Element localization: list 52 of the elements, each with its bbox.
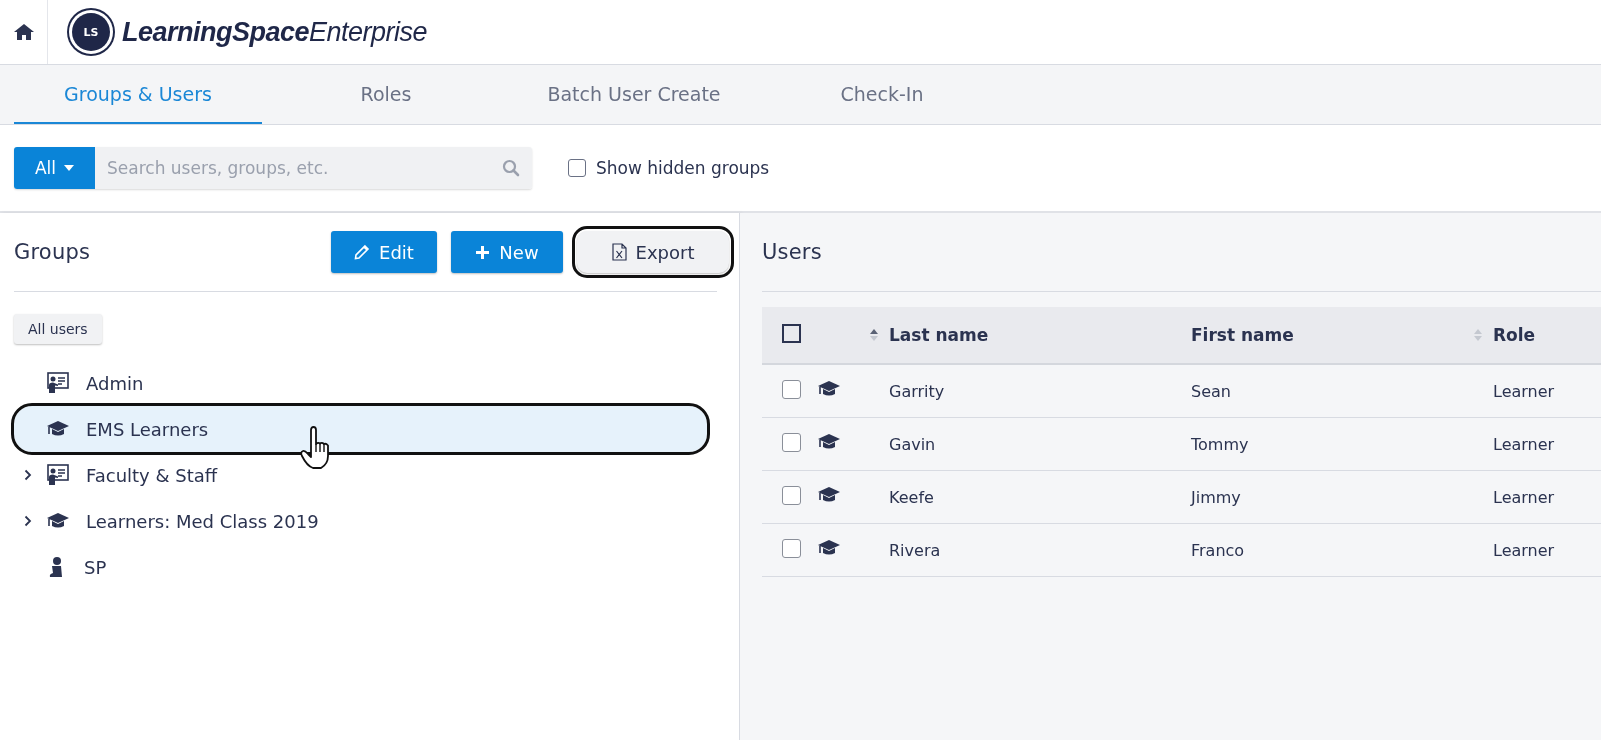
table-cell: Learner — [1493, 434, 1555, 454]
group-item[interactable]: Learners: Med Class 2019 — [14, 498, 717, 544]
logo-suffix: Enterprise — [309, 16, 428, 48]
edit-button[interactable]: Edit — [331, 231, 437, 273]
group-item[interactable]: EMS Learners — [14, 406, 707, 452]
column-header[interactable]: First name — [1191, 325, 1294, 345]
table-cell: Sean — [1191, 381, 1231, 401]
sort-icon — [1473, 327, 1483, 342]
all-users-button[interactable]: All users — [14, 314, 102, 344]
table-cell: Jimmy — [1191, 487, 1241, 507]
tab[interactable]: Roles — [262, 65, 510, 124]
table-cell: Franco — [1191, 540, 1245, 560]
column-header[interactable]: Role — [1473, 324, 1536, 345]
spreadsheet-file-icon — [611, 243, 627, 261]
row-checkbox[interactable] — [782, 538, 801, 558]
table-cell: Learner — [1493, 381, 1555, 401]
table-cell: Learner — [1493, 540, 1555, 560]
tab[interactable]: Batch User Create — [510, 65, 758, 124]
chevron-icon[interactable] — [24, 469, 32, 481]
search-icon — [502, 159, 520, 177]
pencil-icon — [354, 244, 371, 260]
table-cell: Learner — [1493, 487, 1555, 507]
new-button[interactable]: New — [451, 231, 563, 273]
table-cell: Garrity — [889, 381, 945, 401]
logo-name: LearningSpace — [122, 16, 310, 48]
row-checkbox[interactable] — [782, 379, 801, 399]
table-cell: Keefe — [889, 487, 934, 507]
scope-dropdown[interactable]: All — [14, 147, 95, 189]
chevron-icon[interactable] — [24, 515, 32, 527]
caret-icon — [64, 165, 75, 171]
table-cell: Tommy — [1191, 434, 1249, 454]
row-checkbox[interactable] — [782, 485, 801, 505]
checkbox[interactable] — [568, 159, 586, 177]
search-field[interactable]: Search users, groups, etc. — [95, 147, 532, 189]
presenter-icon — [46, 464, 70, 486]
checkbox-label: Show hidden groups — [596, 158, 770, 178]
panel-title: Groups — [14, 240, 91, 264]
group-item[interactable]: SP — [14, 544, 717, 590]
plus-icon — [475, 244, 491, 260]
row-checkbox[interactable] — [782, 432, 801, 452]
presenter-icon — [46, 372, 70, 394]
tab[interactable]: Check-In — [758, 65, 1006, 124]
table-cell: Gavin — [889, 434, 936, 454]
panel-title: Users — [762, 240, 822, 264]
table-cell: Rivera — [889, 540, 941, 560]
group-item[interactable]: Admin — [14, 360, 717, 406]
tab[interactable]: Groups & Users — [14, 65, 262, 124]
select-all-checkbox[interactable] — [782, 323, 801, 343]
sort-icon — [869, 327, 879, 342]
column-header[interactable]: Last name — [869, 324, 989, 345]
group-item[interactable]: Faculty & Staff — [14, 452, 717, 498]
home-icon[interactable] — [12, 23, 35, 41]
